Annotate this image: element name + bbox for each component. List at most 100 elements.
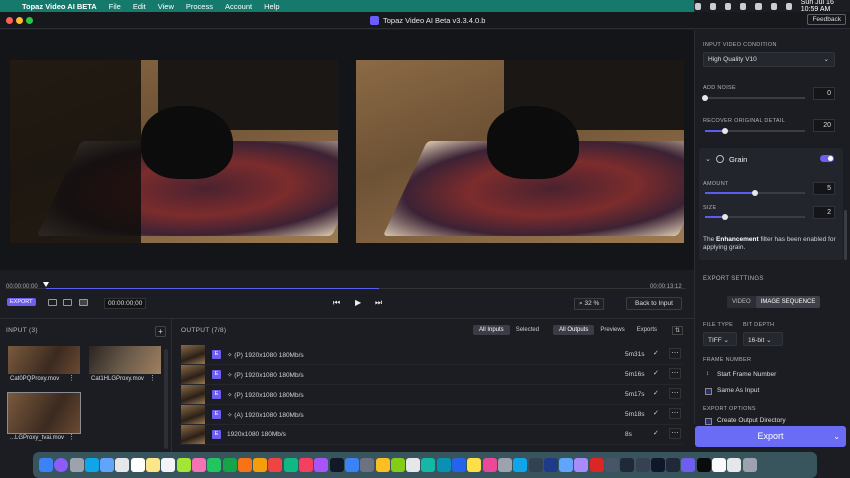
output-row[interactable]: E ✧ (P) 1920x1080 180Mb/s 5m17s ✓ ⋯ — [179, 385, 682, 405]
music-icon[interactable] — [299, 458, 314, 472]
input-thumbnail[interactable] — [8, 346, 80, 374]
textedit-icon[interactable] — [712, 458, 727, 472]
menu-view[interactable]: View — [158, 2, 174, 11]
maps-icon[interactable] — [176, 458, 191, 472]
grain-size-input[interactable]: 2 — [813, 206, 835, 219]
seg-video[interactable]: VIDEO — [727, 296, 756, 308]
slider-handle[interactable] — [752, 190, 758, 196]
input-more-icon[interactable]: ⋮ — [68, 374, 75, 382]
more-icon[interactable]: ⋯ — [669, 368, 681, 379]
output-row[interactable]: E ✧ (P) 1920x1080 180Mb/s 5m16s ✓ ⋯ — [179, 365, 682, 385]
split-view-icon[interactable] — [63, 299, 72, 306]
grain-amount-slider[interactable] — [705, 190, 805, 196]
grain-toggle[interactable] — [820, 155, 834, 162]
app-icon[interactable] — [467, 458, 482, 472]
more-icon[interactable]: ⋯ — [669, 428, 681, 439]
launchpad-icon[interactable] — [69, 458, 84, 472]
search-icon[interactable] — [785, 2, 792, 10]
back-to-input-button[interactable]: Back to Input — [626, 297, 682, 310]
reminders-icon[interactable] — [161, 458, 176, 472]
tv-icon[interactable] — [329, 458, 344, 472]
bit-depth-select[interactable]: 16-bit ⌄ — [743, 332, 783, 346]
same-as-input-checkbox[interactable] — [705, 388, 712, 395]
export-button[interactable]: Export ⌄ — [695, 426, 846, 447]
topaz-video-ai-icon[interactable] — [681, 458, 696, 472]
add-input-button[interactable]: + — [155, 326, 166, 337]
keynote-icon[interactable] — [253, 458, 268, 472]
recover-detail-slider[interactable] — [705, 128, 805, 134]
tab-previews[interactable]: Previews — [594, 325, 630, 335]
minimize-window-button[interactable] — [16, 17, 23, 24]
app-icon[interactable] — [559, 458, 574, 472]
davinci-icon[interactable] — [696, 458, 711, 472]
mail-icon[interactable] — [100, 458, 115, 472]
news-icon[interactable] — [268, 458, 283, 472]
tab-selected[interactable]: Selected — [510, 325, 545, 335]
chevron-down-icon[interactable]: ⌄ — [833, 426, 840, 447]
slider-handle[interactable] — [722, 214, 728, 220]
status-icon[interactable] — [695, 2, 702, 10]
app-icon[interactable] — [574, 458, 589, 472]
output-row[interactable]: E ✧ (A) 1920x1080 180Mb/s 5m18s ✓ ⋯ — [179, 405, 682, 425]
add-noise-slider[interactable] — [702, 95, 805, 101]
app-icon[interactable] — [375, 458, 390, 472]
close-window-button[interactable] — [6, 17, 13, 24]
input-thumbnail-selected[interactable] — [7, 392, 81, 434]
output-row[interactable]: E ✧ (P) 1920x1080 180Mb/s 5m31s ✓ ⋯ — [179, 345, 682, 365]
add-noise-input[interactable]: 0 — [813, 87, 835, 100]
terminal-icon[interactable] — [528, 458, 543, 472]
sort-icon[interactable]: ⇅ — [672, 326, 684, 335]
messages-icon[interactable] — [207, 458, 222, 472]
app-icon[interactable] — [543, 458, 558, 472]
wifi-icon[interactable] — [770, 2, 777, 10]
app-icon[interactable] — [620, 458, 635, 472]
stepper-icon[interactable]: ↕ — [706, 371, 709, 377]
create-output-dir-checkbox[interactable] — [705, 418, 712, 425]
help-icon[interactable] — [727, 458, 742, 472]
status-icon[interactable] — [740, 2, 747, 10]
tab-all-outputs[interactable]: All Outputs — [553, 325, 595, 335]
zoom-window-button[interactable] — [26, 17, 33, 24]
more-icon[interactable]: ⋯ — [669, 408, 681, 419]
safari-icon[interactable] — [84, 458, 99, 472]
timecode-field[interactable]: 00:00:00;00 — [104, 298, 147, 309]
grain-amount-input[interactable]: 5 — [813, 182, 835, 195]
app-icon[interactable] — [482, 458, 497, 472]
more-icon[interactable]: ⋯ — [669, 388, 681, 399]
app-icon[interactable] — [497, 458, 512, 472]
slider-handle[interactable] — [702, 95, 708, 101]
app-icon[interactable] — [452, 458, 467, 472]
app-icon[interactable] — [666, 458, 681, 472]
notes-icon[interactable] — [146, 458, 161, 472]
menu-app-name[interactable]: Topaz Video AI BETA — [22, 2, 97, 11]
app-icon[interactable] — [604, 458, 619, 472]
input-video-condition-select[interactable]: High Quality V10 ⌄ — [703, 52, 835, 67]
single-view-icon[interactable] — [48, 299, 57, 306]
feedback-button[interactable]: Feedback — [807, 14, 846, 25]
play-icon[interactable]: ▶ — [355, 298, 361, 307]
pages-icon[interactable] — [237, 458, 252, 472]
side-by-side-view-icon[interactable] — [79, 299, 88, 306]
app-icon[interactable] — [589, 458, 604, 472]
chevron-down-icon[interactable]: ⌄ — [705, 155, 711, 163]
app-icon[interactable] — [390, 458, 405, 472]
tab-all-inputs[interactable]: All Inputs — [473, 325, 510, 335]
output-row[interactable]: E 1920x1080 180Mb/s 8s ✓ ⋯ — [179, 425, 682, 445]
menu-account[interactable]: Account — [225, 2, 252, 11]
app-store-icon[interactable] — [344, 458, 359, 472]
recover-detail-input[interactable]: 20 — [813, 119, 835, 132]
enhanced-video-frame[interactable] — [356, 60, 684, 243]
calendar-icon[interactable] — [130, 458, 145, 472]
siri-icon[interactable] — [54, 458, 69, 472]
bluetooth-icon[interactable] — [755, 2, 762, 10]
step-back-icon[interactable]: ⏮ — [333, 298, 340, 308]
app-icon[interactable] — [421, 458, 436, 472]
seg-image-sequence[interactable]: IMAGE SEQUENCE — [755, 296, 821, 308]
input-thumbnail[interactable] — [89, 346, 161, 374]
podcasts-icon[interactable] — [314, 458, 329, 472]
menu-help[interactable]: Help — [264, 2, 279, 11]
original-video-frame[interactable] — [10, 60, 338, 243]
step-forward-icon[interactable]: ⏭ — [375, 298, 382, 308]
facetime-icon[interactable] — [222, 458, 237, 472]
trash-icon[interactable] — [742, 458, 757, 472]
